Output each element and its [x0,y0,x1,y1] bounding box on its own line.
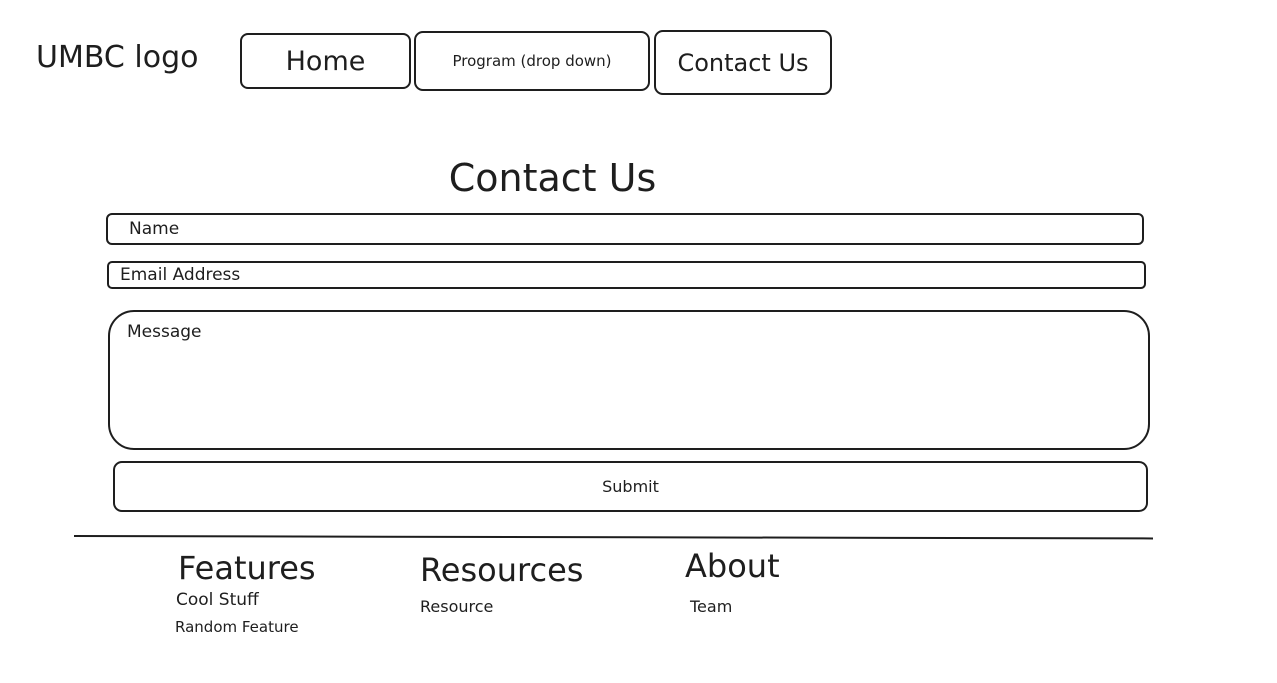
nav-home-button[interactable]: Home [240,33,411,89]
footer-link-resource[interactable]: Resource [420,597,493,617]
footer-link-cool-stuff[interactable]: Cool Stuff [176,590,259,610]
email-placeholder: Email Address [120,265,241,285]
footer-heading-resources: Resources [420,551,584,589]
submit-button[interactable]: Submit [113,461,1148,512]
email-field[interactable]: Email Address [107,261,1146,289]
footer-link-team[interactable]: Team [690,597,732,617]
footer-link-random-feature[interactable]: Random Feature [175,617,299,637]
name-placeholder: Name [129,219,180,239]
footer-divider [73,535,1153,540]
page-title: Contact Us [448,156,657,200]
footer-heading-about: About [685,547,780,585]
name-field[interactable]: Name [106,213,1144,245]
footer-heading-features: Features [178,549,316,587]
nav-contact-button[interactable]: Contact Us [654,30,832,95]
message-field[interactable]: Message [108,310,1150,450]
umbc-logo[interactable]: UMBC logo [36,38,198,78]
nav-program-dropdown[interactable]: Program (drop down) [414,31,650,91]
message-placeholder: Message [127,322,202,342]
